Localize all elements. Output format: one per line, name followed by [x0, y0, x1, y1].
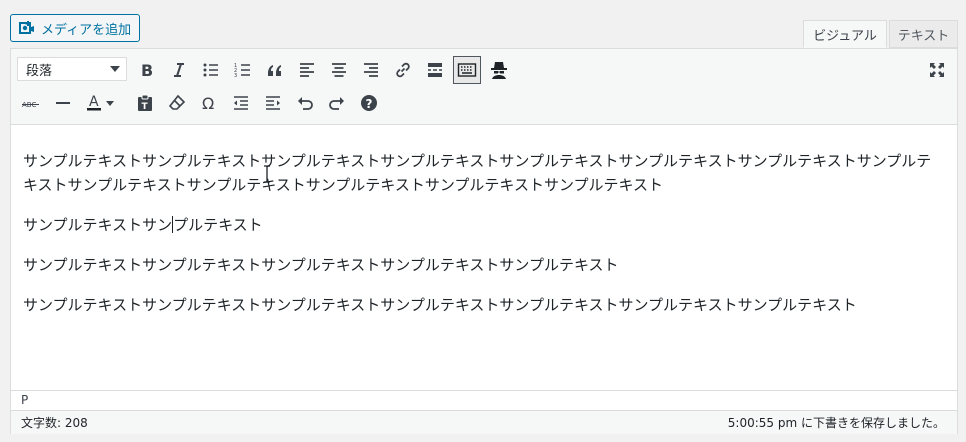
bold-icon: B: [141, 61, 153, 80]
undo-icon: [298, 97, 313, 110]
chevron-down-icon: [110, 66, 120, 72]
paragraph-4: サンプルテキストサンプルテキストサンプルテキストサンプルテキストサンプルテキスト…: [23, 296, 857, 314]
undo-button[interactable]: [291, 89, 319, 117]
format-select-value: 段落: [26, 63, 53, 79]
align-center-button[interactable]: [325, 56, 353, 84]
paragraph-2: サンプルテキストサンプルテキスト: [23, 213, 943, 237]
align-right-button[interactable]: [357, 56, 385, 84]
spy-button[interactable]: [485, 56, 513, 84]
toolbar-toggle-icon: [457, 63, 477, 77]
clear-formatting-icon: [168, 94, 186, 110]
toolbar-toggle-button[interactable]: [453, 56, 481, 84]
link-icon: [396, 62, 410, 78]
fullscreen-icon: [930, 63, 944, 77]
paste-text-button[interactable]: T: [131, 89, 159, 117]
paragraph-3: サンプルテキストサンプルテキストサンプルテキストサンプルテキストサンプルテキスト: [23, 256, 619, 274]
indent-icon: [266, 96, 280, 110]
tab-visual[interactable]: ビジュアル: [803, 20, 887, 48]
special-character-icon: Ω: [202, 94, 214, 113]
blockquote-icon: [268, 65, 281, 76]
read-more-icon: [428, 63, 442, 77]
status-bar: 文字数: 208 5:00:55 pm に下書きを保存しました。: [11, 410, 957, 434]
bulleted-list-button[interactable]: [197, 56, 225, 84]
tab-text[interactable]: テキスト: [889, 20, 958, 48]
element-path[interactable]: P: [11, 390, 957, 410]
editor-toolbar: 段落 B 123 A T Ω ?: [11, 49, 957, 125]
svg-text:T: T: [142, 102, 149, 112]
horizontal-line-icon: [56, 102, 70, 104]
element-path-label: P: [21, 393, 29, 407]
blockquote-button[interactable]: [261, 56, 289, 84]
paragraph-1: サンプルテキストサンプルテキストサンプルテキストサンプルテキストサンプルテキスト…: [23, 152, 932, 194]
tab-text-label: テキスト: [897, 28, 950, 44]
text-color-icon: A: [87, 94, 114, 111]
italic-icon: [174, 63, 184, 77]
bulleted-list-icon: [203, 63, 218, 77]
svg-text:B: B: [141, 61, 153, 80]
word-count: 文字数: 208: [21, 416, 88, 430]
text-color-button[interactable]: A: [81, 89, 121, 117]
svg-text:?: ?: [366, 97, 373, 111]
align-right-icon: [364, 63, 378, 77]
redo-button[interactable]: [323, 89, 351, 117]
numbered-list-icon: 123: [234, 63, 250, 79]
clear-formatting-button[interactable]: [163, 89, 191, 117]
link-button[interactable]: [389, 56, 417, 84]
add-media-label: メディアを追加: [41, 22, 132, 38]
paste-text-icon: T: [138, 94, 152, 112]
indent-button[interactable]: [259, 89, 287, 117]
help-button[interactable]: ?: [355, 89, 383, 117]
spy-icon: [491, 62, 507, 79]
editor: 段落 B 123 A T Ω ? サンプルテキストサンプルテキストサンプルテキス…: [10, 48, 958, 434]
align-left-icon: [300, 63, 314, 77]
paragraph-2-before-cursor: サンプルテキストサン: [23, 216, 173, 234]
bold-button[interactable]: B: [133, 56, 161, 84]
italic-button[interactable]: [165, 56, 193, 84]
help-icon: ?: [361, 95, 377, 111]
add-media-icon: [19, 20, 35, 36]
read-more-button[interactable]: [421, 56, 449, 84]
add-media-button[interactable]: メディアを追加: [10, 14, 141, 42]
svg-text:3: 3: [234, 73, 237, 79]
outdent-icon: [234, 96, 248, 110]
autosave-status: 5:00:55 pm に下書きを保存しました。: [727, 416, 945, 430]
horizontal-line-button[interactable]: [49, 89, 77, 117]
format-select[interactable]: 段落: [17, 57, 127, 81]
editor-content[interactable]: サンプルテキストサンプルテキストサンプルテキストサンプルテキストサンプルテキスト…: [11, 125, 957, 390]
strikethrough-icon: ABC: [22, 101, 39, 109]
numbered-list-button[interactable]: 123: [229, 56, 257, 84]
svg-text:A: A: [89, 94, 99, 110]
ibeam-cursor-icon: [264, 165, 270, 183]
redo-icon: [329, 97, 344, 110]
special-character-button[interactable]: Ω: [195, 89, 223, 117]
svg-text:Ω: Ω: [202, 94, 214, 113]
fullscreen-button[interactable]: [923, 56, 951, 84]
tab-visual-label: ビジュアル: [813, 28, 877, 44]
strikethrough-button[interactable]: ABC: [17, 89, 45, 117]
paragraph-2-after-cursor: プルテキスト: [173, 216, 263, 234]
align-center-icon: [332, 63, 346, 77]
align-left-button[interactable]: [293, 56, 321, 84]
outdent-button[interactable]: [227, 89, 255, 117]
